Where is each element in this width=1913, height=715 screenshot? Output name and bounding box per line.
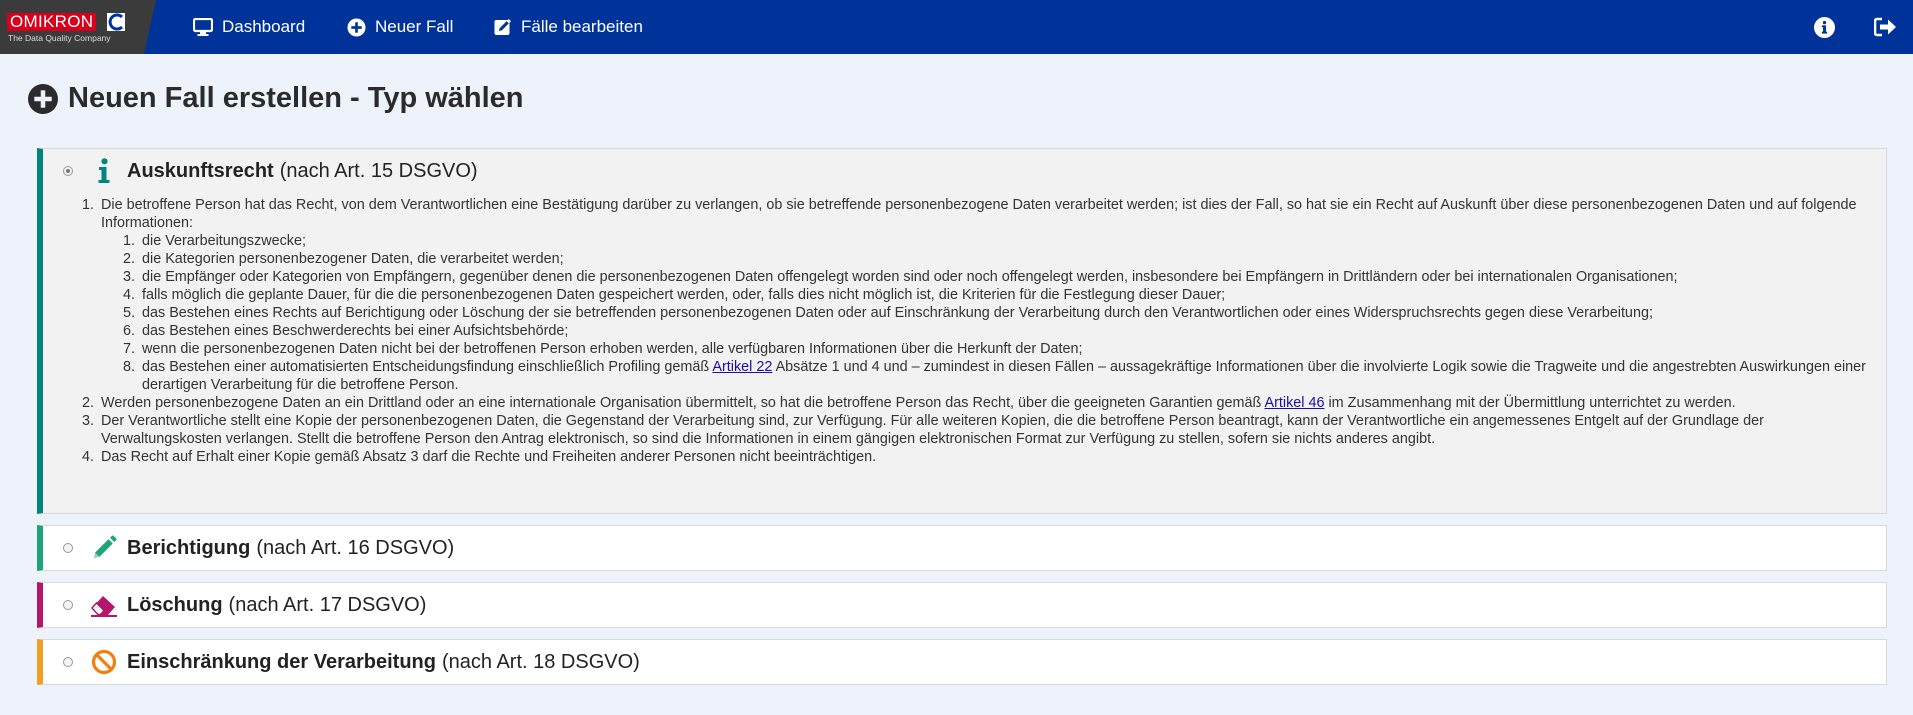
case-type-card-berichtigung[interactable]: Berichtigung (nach Art. 16 DSGVO) xyxy=(37,525,1887,571)
list-item: Die betroffene Person hat das Recht, von… xyxy=(98,196,1876,394)
list-item: die Verarbeitungszwecke; xyxy=(139,232,1876,250)
case-type-card-einschraenkung[interactable]: Einschränkung der Verarbeitung (nach Art… xyxy=(37,639,1887,685)
plus-circle-icon xyxy=(28,83,58,114)
page-title-text: Neuen Fall erstellen - Typ wählen xyxy=(68,82,524,114)
list-item: das Bestehen eines Beschwerderechts bei … xyxy=(139,322,1876,340)
list-item: Der Verantwortliche stellt eine Kopie de… xyxy=(98,412,1876,448)
case-type-radio[interactable] xyxy=(63,600,73,610)
case-type-reference: (nach Art. 18 DSGVO) xyxy=(441,650,640,673)
case-type-radio[interactable] xyxy=(63,543,73,553)
logout-icon[interactable] xyxy=(1874,17,1897,37)
logo[interactable]: OMIKRON The Data Quality Company xyxy=(0,0,156,54)
case-type-reference: (nach Art. 15 DSGVO) xyxy=(279,159,478,182)
case-type-description: Die betroffene Person hat das Recht, von… xyxy=(43,196,1876,466)
logo-tagline: The Data Quality Company xyxy=(8,33,111,43)
list-item: die Empfänger oder Kategorien von Empfän… xyxy=(139,268,1876,286)
top-navbar: OMIKRON The Data Quality Company Dashboa… xyxy=(0,0,1913,54)
paragraph-text: Die betroffene Person hat das Recht, von… xyxy=(101,197,1857,231)
list-item: Das Recht auf Erhalt einer Kopie gemäß A… xyxy=(98,448,1876,466)
paragraph-text: im Zusammenhang mit der Übermittlung unt… xyxy=(1324,395,1736,411)
eraser-icon xyxy=(89,590,119,620)
list-item: die Kategorien personenbezogener Daten, … xyxy=(139,250,1876,268)
nav-new-case-label: Neuer Fall xyxy=(375,17,454,36)
monitor-icon xyxy=(193,18,213,36)
case-type-radio[interactable] xyxy=(63,166,73,176)
plus-circle-icon xyxy=(347,17,366,37)
list-item: Werden personenbezogene Daten an ein Dri… xyxy=(98,394,1876,412)
edit-icon xyxy=(494,19,511,35)
list-item: das Bestehen einer automatisierten Entsc… xyxy=(139,358,1876,394)
nav-new-case[interactable]: Neuer Fall xyxy=(347,0,453,54)
list-item: das Bestehen eines Rechts auf Berichtigu… xyxy=(139,304,1876,322)
case-type-radio[interactable] xyxy=(63,657,73,667)
case-type-card-auskunftsrecht[interactable]: Auskunftsrecht (nach Art. 15 DSGVO) Die … xyxy=(37,148,1887,514)
list-item: wenn die personenbezogenen Daten nicht b… xyxy=(139,340,1876,358)
logo-wordmark: OMIKRON xyxy=(7,13,97,31)
page-title: Neuen Fall erstellen - Typ wählen xyxy=(28,82,524,115)
nav-dashboard-label: Dashboard xyxy=(222,17,306,36)
ban-icon xyxy=(89,647,119,677)
case-type-title: Löschung xyxy=(127,593,223,616)
case-type-card-loeschung[interactable]: Löschung (nach Art. 17 DSGVO) xyxy=(37,582,1887,628)
list-text: das Bestehen einer automatisierten Entsc… xyxy=(142,359,713,375)
nav-edit-cases[interactable]: Fälle bearbeiten xyxy=(494,0,643,54)
case-type-title: Berichtigung xyxy=(127,536,251,559)
case-type-reference: (nach Art. 17 DSGVO) xyxy=(228,593,427,616)
nav-dashboard[interactable]: Dashboard xyxy=(193,0,305,54)
pencil-icon xyxy=(89,533,119,563)
article-22-link[interactable]: Artikel 22 xyxy=(712,359,772,375)
list-item: falls möglich die geplante Dauer, für di… xyxy=(139,286,1876,304)
info-icon xyxy=(89,156,119,186)
paragraph-text: Werden personenbezogene Daten an ein Dri… xyxy=(101,395,1265,411)
article-46-link[interactable]: Artikel 46 xyxy=(1264,395,1324,411)
logo-arc-icon xyxy=(107,13,125,31)
case-type-title: Einschränkung der Verarbeitung xyxy=(127,650,436,673)
info-icon[interactable] xyxy=(1814,17,1835,38)
case-type-reference: (nach Art. 16 DSGVO) xyxy=(256,536,455,559)
case-type-title: Auskunftsrecht xyxy=(127,159,274,182)
nav-edit-cases-label: Fälle bearbeiten xyxy=(521,17,643,36)
